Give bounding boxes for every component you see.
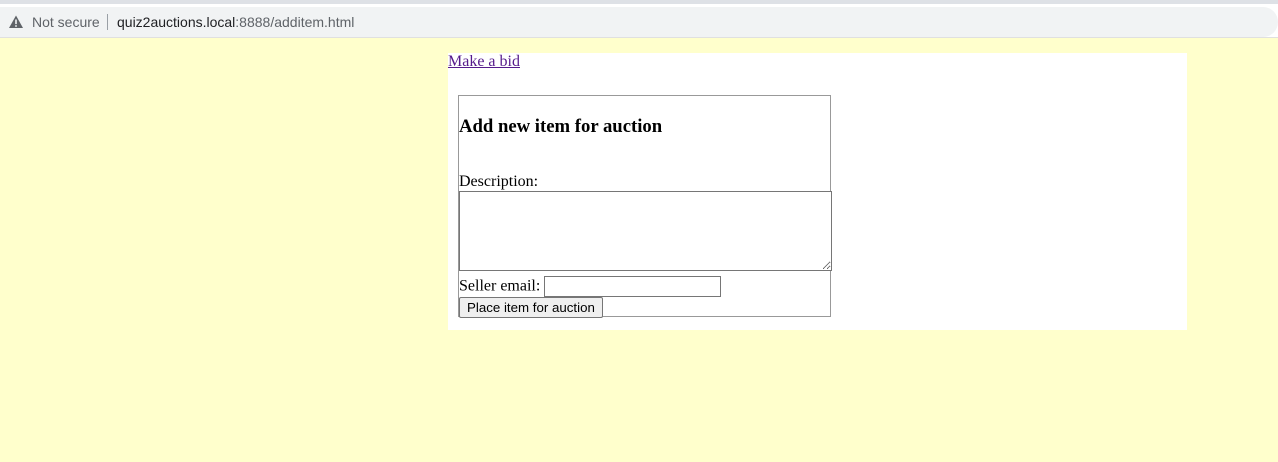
omnibox[interactable]: Not secure quiz2auctions.local:8888/addi… xyxy=(0,7,1278,37)
description-label: Description: xyxy=(459,173,539,190)
warning-triangle-icon[interactable] xyxy=(8,14,24,30)
page-viewport: Make a bid Add new item for auction Desc… xyxy=(0,39,1278,462)
seller-email-row: Seller email: xyxy=(459,276,722,297)
content-panel: Make a bid Add new item for auction Desc… xyxy=(448,53,1187,330)
form-title: Add new item for auction xyxy=(459,116,663,137)
place-item-button[interactable]: Place item for auction xyxy=(459,297,603,318)
add-item-form: Add new item for auction Description: Se… xyxy=(458,95,832,318)
seller-email-input[interactable] xyxy=(544,276,722,297)
make-a-bid-link[interactable]: Make a bid xyxy=(448,53,520,71)
security-status-label[interactable]: Not secure xyxy=(32,14,100,30)
description-textarea[interactable] xyxy=(459,191,832,271)
url-path: :8888/additem.html xyxy=(235,14,355,30)
browser-address-bar: Not secure quiz2auctions.local:8888/addi… xyxy=(0,4,1278,38)
url-host: quiz2auctions.local xyxy=(117,14,236,30)
omnibox-divider xyxy=(107,14,108,30)
url-text[interactable]: quiz2auctions.local:8888/additem.html xyxy=(117,14,354,30)
seller-email-label: Seller email: xyxy=(459,277,541,295)
